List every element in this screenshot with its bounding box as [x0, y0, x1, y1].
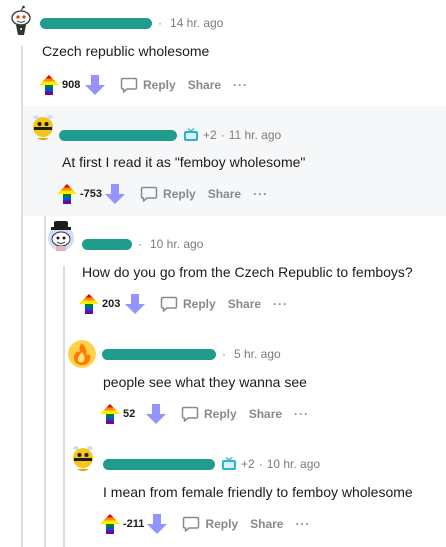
more-options-button[interactable]: ··· [294, 407, 309, 421]
vote-score: -211 [123, 518, 145, 530]
vote-score: 908 [62, 79, 81, 91]
comment-body: How do you go from the Czech Republic to… [82, 264, 413, 280]
comment-5: +2 · 10 hr. ago I mean from female frien… [0, 436, 446, 547]
vote-group: -211 [99, 513, 168, 535]
username-redacted[interactable] [103, 458, 215, 470]
comment-actions: 908 Reply Share ··· [38, 72, 248, 98]
share-button[interactable]: Share [249, 407, 282, 421]
avatar[interactable] [46, 220, 76, 252]
down-arrow-icon[interactable] [146, 513, 168, 535]
more-options-button[interactable]: ··· [253, 187, 268, 201]
avatar[interactable] [5, 5, 37, 37]
rainbow-up-arrow-icon[interactable] [78, 293, 100, 315]
comment-actions: -753 Reply Share ··· [56, 181, 268, 207]
more-options-button[interactable]: ··· [233, 78, 248, 92]
comment-meta: +2 · 11 hr. ago [59, 126, 281, 144]
reply-label: Reply [183, 297, 216, 311]
rainbow-up-arrow-icon[interactable] [38, 74, 60, 96]
flair-points: +2 [241, 457, 255, 471]
reply-button[interactable]: Reply [120, 76, 176, 94]
username-redacted[interactable] [82, 238, 132, 250]
timestamp[interactable]: 10 hr. ago [267, 457, 320, 471]
vote-group: 908 [38, 74, 106, 96]
reply-label: Reply [163, 187, 196, 201]
comment-3: · 10 hr. ago How do you go from the Czec… [0, 216, 446, 326]
reply-button[interactable]: Reply [181, 405, 237, 423]
share-button[interactable]: Share [228, 297, 261, 311]
comment-meta: · 14 hr. ago [40, 14, 223, 32]
tv-emoji-icon [222, 457, 236, 470]
timestamp[interactable]: 14 hr. ago [170, 16, 223, 30]
speech-bubble-icon [120, 76, 143, 94]
flair-points: +2 [203, 128, 217, 142]
username-redacted[interactable] [102, 348, 216, 360]
reply-button[interactable]: Reply [182, 515, 238, 533]
avatar[interactable] [28, 113, 58, 143]
comment-actions: 203 Reply Share ··· [78, 291, 288, 317]
reply-label: Reply [204, 407, 237, 421]
username-redacted[interactable] [59, 129, 177, 141]
speech-bubble-icon [140, 185, 163, 203]
reply-label: Reply [143, 78, 176, 92]
vote-group: 203 [78, 293, 146, 315]
share-button[interactable]: Share [250, 517, 283, 531]
comment-1: · 14 hr. ago Czech republic wholesome 90… [0, 0, 446, 106]
reply-button[interactable]: Reply [140, 185, 196, 203]
timestamp[interactable]: 5 hr. ago [234, 347, 281, 361]
share-button[interactable]: Share [208, 187, 241, 201]
avatar[interactable] [68, 340, 96, 368]
flair [221, 457, 237, 471]
more-options-button[interactable]: ··· [273, 297, 288, 311]
comment-meta: · 5 hr. ago [102, 345, 281, 363]
bee-avatar-icon [28, 113, 58, 143]
share-button[interactable]: Share [188, 78, 221, 92]
comment-4: · 5 hr. ago people see what they wanna s… [0, 326, 446, 436]
speech-bubble-icon [181, 405, 204, 423]
reply-button[interactable]: Reply [160, 295, 216, 313]
vote-group: 52 [99, 403, 167, 425]
tv-emoji-icon [184, 128, 198, 141]
reply-label: Reply [205, 517, 239, 531]
rainbow-up-arrow-icon[interactable] [99, 403, 121, 425]
comment-actions: -211 Reply Share ··· [99, 511, 310, 537]
comment-body: Czech republic wholesome [42, 43, 210, 59]
comment-body: At first I read it as "femboy wholesome" [62, 154, 306, 170]
vote-score: 203 [102, 298, 121, 310]
timestamp[interactable]: 10 hr. ago [150, 237, 203, 251]
separator: · [158, 16, 162, 30]
more-options-button[interactable]: ··· [295, 517, 310, 531]
username-redacted[interactable] [40, 17, 152, 29]
vote-score: 52 [123, 408, 136, 420]
snoo-avatar-icon [5, 5, 37, 37]
top-hat-snoo-avatar-icon [48, 221, 74, 251]
fire-avatar-icon [68, 340, 96, 368]
vote-score: -753 [80, 188, 103, 200]
vote-group: -753 [56, 183, 126, 205]
comment-2: +2 · 11 hr. ago At first I read it as "f… [23, 106, 446, 216]
down-arrow-icon[interactable] [145, 403, 167, 425]
down-arrow-icon[interactable] [124, 293, 146, 315]
timestamp[interactable]: 11 hr. ago [229, 128, 282, 142]
bee-avatar-icon [68, 444, 98, 474]
speech-bubble-icon [160, 295, 183, 313]
comment-actions: 52 Reply Share ··· [99, 401, 309, 427]
separator: · [138, 237, 142, 251]
rainbow-up-arrow-icon[interactable] [99, 513, 121, 535]
comment-meta: +2 · 10 hr. ago [103, 455, 320, 473]
comment-body: people see what they wanna see [103, 374, 307, 390]
speech-bubble-icon [182, 515, 205, 533]
separator: · [258, 457, 263, 471]
comment-body: I mean from female friendly to femboy wh… [103, 484, 413, 500]
down-arrow-icon[interactable] [104, 183, 126, 205]
rainbow-up-arrow-icon[interactable] [56, 183, 78, 205]
avatar[interactable] [68, 444, 98, 474]
down-arrow-icon[interactable] [84, 74, 106, 96]
separator: · [220, 128, 225, 142]
flair [183, 128, 199, 142]
comment-meta: · 10 hr. ago [82, 235, 203, 253]
separator: · [222, 347, 226, 361]
